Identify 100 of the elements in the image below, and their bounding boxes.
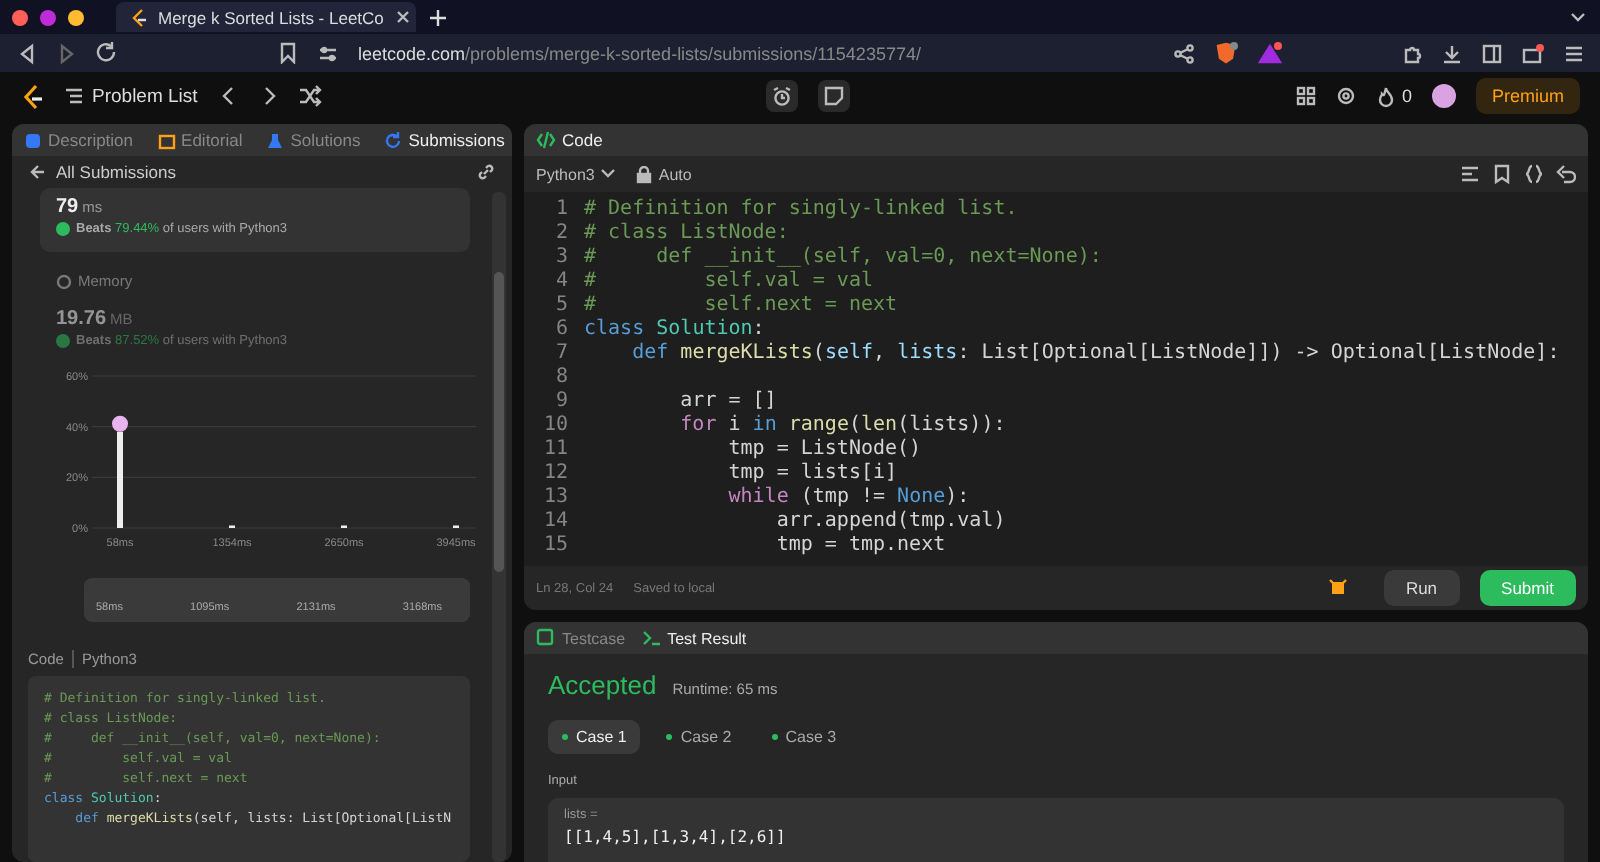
memory-icon: [56, 273, 72, 289]
forward-icon[interactable]: [56, 41, 76, 65]
checkbox-icon: [536, 628, 556, 648]
code-icon: [536, 130, 556, 150]
code-line: # class ListNode:: [584, 222, 789, 246]
line-number: 4: [553, 270, 570, 294]
code-line: arr.append(tmp.val): [774, 510, 1006, 534]
line-number: 12: [541, 462, 570, 486]
memory-value: 19.76: [56, 308, 107, 330]
runtime-value: 79: [56, 196, 79, 218]
line-number: 6: [553, 318, 570, 342]
alarm-clock-icon: [772, 86, 793, 106]
code-line: # def __init__(self, val=0, next=None):: [584, 246, 1102, 270]
language-dropdown[interactable]: Python3: [536, 165, 617, 183]
window-control-dot[interactable]: [68, 9, 84, 25]
back-arrow-icon[interactable]: [28, 162, 46, 182]
undo-icon[interactable]: [1556, 164, 1576, 184]
panel-tab[interactable]: Submissions: [384, 130, 505, 150]
book-icon: [157, 131, 176, 149]
braces-icon[interactable]: [1524, 164, 1544, 184]
panel-tab[interactable]: Description: [24, 130, 134, 150]
bookmark-icon[interactable]: [1492, 164, 1512, 184]
grid-icon[interactable]: [1295, 86, 1316, 106]
timer-button[interactable]: [766, 80, 799, 112]
browser-tab[interactable]: Merge k Sorted Lists - LeetCo: [116, 2, 416, 32]
distribution-bar: [117, 431, 123, 528]
problem-list-link[interactable]: Problem List: [92, 85, 198, 107]
triangle-icon[interactable]: [1258, 42, 1282, 64]
back-icon[interactable]: [16, 41, 36, 65]
auto-mode-label[interactable]: Auto: [658, 165, 692, 183]
panel-tab[interactable]: Test Result: [641, 628, 747, 648]
case-tab[interactable]: Case 1: [548, 720, 641, 754]
scrollbar[interactable]: [492, 192, 506, 862]
window-control-dot[interactable]: [40, 9, 56, 25]
flask-icon: [266, 131, 285, 149]
code-line: # self.next = next: [584, 294, 898, 318]
line-number: 15: [541, 534, 570, 558]
code-line: class Solution:: [584, 318, 765, 342]
line-number: 13: [541, 486, 570, 510]
line-number: 10: [541, 414, 570, 438]
panel-tab[interactable]: Editorial: [157, 130, 243, 150]
avatar[interactable]: [1431, 84, 1456, 108]
flame-icon[interactable]: [1375, 85, 1396, 107]
puzzle-icon[interactable]: [1402, 43, 1422, 63]
code-line: tmp = ListNode(): [726, 438, 922, 462]
code-line: while (tmp != None):: [726, 486, 970, 510]
code-line: # self.val = val: [584, 270, 873, 294]
line-number: 8: [553, 366, 570, 390]
list-icon[interactable]: [64, 86, 84, 106]
line-number: 7: [553, 342, 570, 366]
panel-tab[interactable]: Testcase: [536, 628, 626, 648]
code-line: # Definition for singly-linked list.: [584, 198, 1018, 222]
sidebar-icon[interactable]: [1482, 43, 1502, 63]
address-url[interactable]: leetcode.com/problems/merge-k-sorted-lists/submissions/1154235774/: [358, 43, 921, 63]
case-tab[interactable]: Case 3: [757, 720, 851, 754]
reload-icon[interactable]: [96, 42, 118, 64]
close-icon[interactable]: [393, 8, 412, 26]
run-button[interactable]: Run: [1383, 570, 1460, 606]
line-number: 2: [553, 222, 570, 246]
panel-tab[interactable]: Solutions: [266, 130, 361, 150]
chevron-down-icon[interactable]: [1568, 7, 1588, 27]
premium-button[interactable]: Premium: [1475, 78, 1580, 114]
line-number: 14: [541, 510, 570, 534]
link-icon[interactable]: [476, 162, 496, 182]
lock-icon: [636, 165, 653, 183]
code-line: for i in range(len(lists)):: [678, 414, 1006, 438]
beats-badge-icon: [56, 222, 70, 236]
notes-button[interactable]: [818, 80, 851, 112]
site-settings-icon[interactable]: [318, 43, 338, 63]
tab-title: Merge k Sorted Lists - LeetCo: [158, 7, 384, 27]
accepted-status: Accepted: [548, 670, 657, 700]
share-icon[interactable]: [1174, 43, 1194, 63]
case-tab[interactable]: Case 2: [652, 720, 746, 754]
shuffle-icon[interactable]: [297, 84, 322, 108]
code-line: tmp = lists[i]: [726, 462, 898, 486]
settings-icon[interactable]: [1335, 86, 1356, 106]
line-number: 9: [553, 390, 570, 414]
code-line: arr = []: [678, 390, 777, 414]
panel-title: Code: [562, 130, 603, 150]
line-number: 5: [553, 294, 570, 318]
line-number: 3: [553, 246, 570, 270]
plus-icon[interactable]: [428, 7, 448, 27]
code-line: def mergeKLists(self, lists: List[Optional[ListNode]]) -> Optional[ListNode]:: [630, 342, 1560, 366]
line-number: 11: [541, 438, 570, 462]
description-icon: [24, 131, 42, 149]
scrollbar-thumb[interactable]: [494, 272, 504, 572]
variable-value: [[1,4,5],[1,3,4],[2,6]]: [564, 828, 788, 846]
previous-icon[interactable]: [217, 84, 238, 108]
chevron-down-icon: [600, 166, 617, 182]
beats-badge-icon: [56, 334, 70, 348]
bookmark-icon[interactable]: [278, 42, 298, 64]
menu-icon[interactable]: [1564, 43, 1584, 63]
format-icon[interactable]: [1460, 164, 1480, 184]
download-icon[interactable]: [1442, 43, 1462, 63]
history-icon: [384, 131, 403, 149]
avatar-marker-icon: [112, 415, 128, 432]
all-submissions-link[interactable]: All Submissions: [56, 162, 176, 182]
terminal-icon: [641, 628, 662, 648]
line-number: 1: [553, 198, 570, 222]
window-control-dot[interactable]: [12, 9, 28, 25]
